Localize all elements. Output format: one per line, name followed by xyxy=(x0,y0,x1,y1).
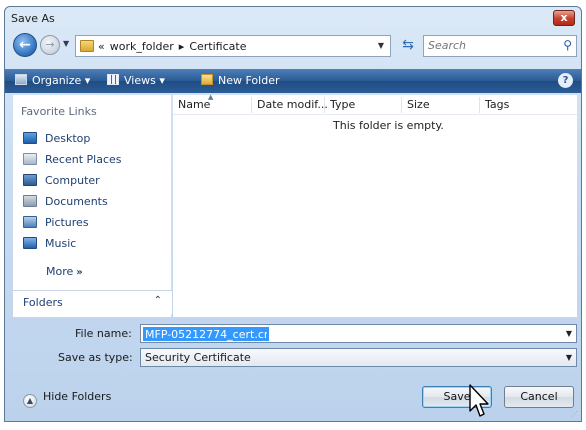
search-input[interactable] xyxy=(428,39,552,52)
desktop-icon xyxy=(23,132,37,144)
close-button[interactable]: x xyxy=(553,10,575,26)
column-header-name[interactable]: Name xyxy=(178,98,210,111)
address-bar[interactable]: « work_folder ▸ Certificate ▼ xyxy=(75,35,391,57)
hide-folders-label: Hide Folders xyxy=(43,390,112,403)
navigation-row: ← → ▼ « work_folder ▸ Certificate ▼ ⇆ ⚲ xyxy=(5,29,581,61)
new-folder-button[interactable]: New Folder xyxy=(201,74,279,87)
column-divider[interactable] xyxy=(324,97,325,113)
chevron-down-icon[interactable]: ▼ xyxy=(566,353,572,362)
column-header-size[interactable]: Size xyxy=(407,98,430,111)
music-icon xyxy=(23,237,37,249)
dialog-title: Save As xyxy=(11,12,55,25)
sidebar-item-label: Recent Places xyxy=(45,153,122,166)
save-as-type-label: Save as type: xyxy=(58,351,133,364)
address-dropdown-icon[interactable]: ▼ xyxy=(378,41,384,50)
more-label: More xyxy=(46,265,74,278)
computer-icon xyxy=(23,174,37,186)
navigation-pane: Favorite Links Desktop Recent Places Com… xyxy=(13,95,172,317)
save-as-type-select[interactable]: Security Certificate ▼ xyxy=(140,348,577,367)
chevron-up-icon[interactable]: ⌃ xyxy=(154,295,162,306)
sidebar-item-label: Desktop xyxy=(45,132,91,145)
cancel-button[interactable]: Cancel xyxy=(504,386,574,408)
file-name-combo[interactable]: ▼ xyxy=(140,324,577,343)
chevron-up-icon: ▲ xyxy=(23,394,37,408)
resize-grip-icon[interactable]: ⋰ xyxy=(571,410,578,418)
file-list[interactable]: Name ▲ Date modif... Type Size Tags This… xyxy=(173,93,577,317)
sidebar-item-computer[interactable]: Computer xyxy=(23,174,100,192)
mouse-pointer-icon xyxy=(469,384,489,417)
refresh-icon: ⇆ xyxy=(402,37,414,53)
favorite-links-header: Favorite Links xyxy=(21,105,97,118)
folders-label: Folders xyxy=(23,296,63,309)
breadcrumb-separator[interactable]: ▸ xyxy=(179,40,185,53)
organize-label: Organize ▾ xyxy=(32,74,91,87)
views-button[interactable]: Views ▾ xyxy=(107,74,165,87)
sidebar-item-label: Documents xyxy=(45,195,108,208)
column-header-type[interactable]: Type xyxy=(330,98,355,111)
column-header-tags[interactable]: Tags xyxy=(485,98,509,111)
help-icon[interactable]: ? xyxy=(558,73,573,88)
sidebar-item-pictures[interactable]: Pictures xyxy=(23,216,89,234)
save-as-type-value: Security Certificate xyxy=(145,351,251,364)
sidebar-item-desktop[interactable]: Desktop xyxy=(23,132,90,150)
refresh-button[interactable]: ⇆ xyxy=(397,35,419,57)
file-name-input[interactable] xyxy=(143,327,269,341)
column-header-date-modified[interactable]: Date modif... xyxy=(257,98,328,111)
column-divider[interactable] xyxy=(401,97,402,113)
file-name-label: File name: xyxy=(75,327,132,340)
forward-button[interactable]: → xyxy=(40,35,60,55)
chevron-down-icon[interactable]: ▼ xyxy=(566,329,572,338)
toolbar: Organize ▾ Views ▾ New Folder ? xyxy=(5,69,581,93)
save-as-dialog: Save As x ← → ▼ « work_folder ▸ Certificate… xyxy=(4,6,582,422)
sidebar-item-label: Pictures xyxy=(45,216,89,229)
breadcrumb-overflow[interactable]: « xyxy=(98,40,105,53)
organize-icon xyxy=(15,74,27,85)
sidebar-item-music[interactable]: Music xyxy=(23,237,76,255)
search-box[interactable]: ⚲ xyxy=(423,35,577,57)
column-divider[interactable] xyxy=(251,97,252,113)
breadcrumb-certificate[interactable]: Certificate xyxy=(189,40,246,53)
breadcrumb-work-folder[interactable]: work_folder xyxy=(110,40,174,53)
new-folder-label: New Folder xyxy=(218,74,280,87)
sidebar-item-recent-places[interactable]: Recent Places xyxy=(23,153,122,171)
folders-toggle-bar[interactable]: Folders ⌃ xyxy=(13,290,172,314)
more-links-button[interactable]: More» xyxy=(46,265,83,278)
pictures-icon xyxy=(23,216,37,228)
back-button[interactable]: ← xyxy=(13,33,37,57)
views-icon xyxy=(107,74,119,85)
views-label: Views ▾ xyxy=(124,74,165,87)
sidebar-item-label: Music xyxy=(45,237,77,250)
search-icon[interactable]: ⚲ xyxy=(563,38,572,52)
folder-icon xyxy=(80,40,94,52)
recent-places-icon xyxy=(23,153,37,165)
breadcrumb: « work_folder ▸ Certificate xyxy=(98,40,251,53)
sort-arrow-icon: ▲ xyxy=(208,93,214,101)
documents-icon xyxy=(23,195,37,207)
more-chevron-icon: » xyxy=(76,267,83,278)
sidebar-item-documents[interactable]: Documents xyxy=(23,195,108,213)
hide-folders-button[interactable]: ▲ Hide Folders xyxy=(23,390,111,408)
new-folder-icon xyxy=(201,74,213,85)
column-divider[interactable] xyxy=(479,97,480,113)
column-headers: Name ▲ Date modif... Type Size Tags xyxy=(173,93,577,115)
recent-pages-dropdown-icon[interactable]: ▼ xyxy=(63,39,69,48)
organize-button[interactable]: Organize ▾ xyxy=(15,74,90,87)
sidebar-item-label: Computer xyxy=(45,174,100,187)
empty-folder-message: This folder is empty. xyxy=(333,119,444,132)
